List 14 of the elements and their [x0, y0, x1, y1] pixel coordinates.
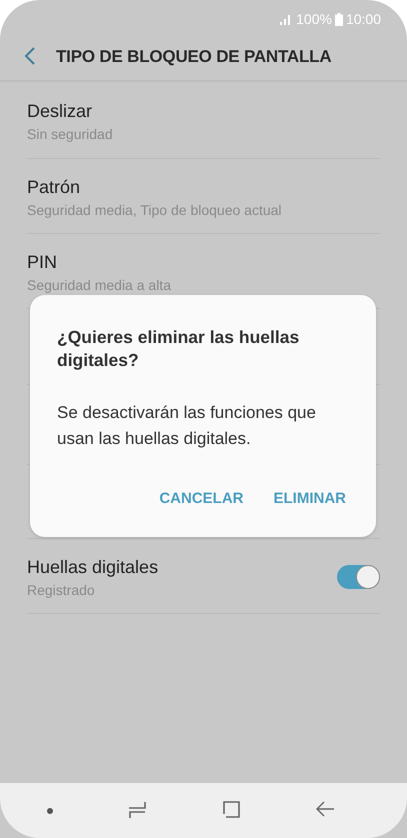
- dot-icon: [47, 808, 53, 814]
- option-title[interactable]: Patrón: [27, 176, 380, 198]
- dialog-message: Se desactivarán las funciones que usan las huellas digitales.: [57, 402, 317, 450]
- option-subtitle: Seguridad media a alta: [27, 276, 172, 292]
- option-title[interactable]: Huellas digitales: [27, 556, 337, 578]
- option-title[interactable]: Deslizar: [27, 100, 380, 122]
- option-title[interactable]: PIN: [27, 252, 380, 272]
- option-subtitle: Sin seguridad: [27, 126, 114, 142]
- dialog-title: ¿Quieres eliminar las huellas digitales?: [57, 326, 300, 372]
- option-subtitle: Registrado: [27, 582, 96, 598]
- battery-icon: [334, 12, 343, 26]
- screen-title: TIPO DE BLOQUEO DE PANTALLA: [56, 47, 332, 67]
- toggle-switch[interactable]: [337, 565, 380, 589]
- option-subtitle: Seguridad media, Tipo de bloqueo actual: [27, 202, 283, 218]
